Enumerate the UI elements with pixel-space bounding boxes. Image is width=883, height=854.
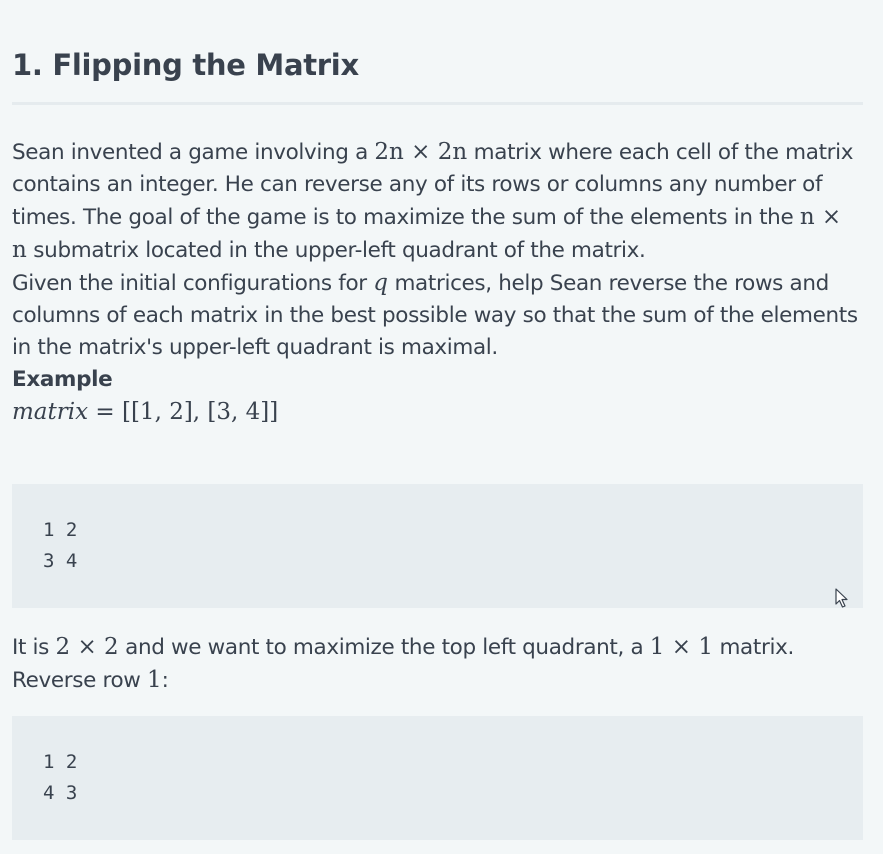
code-line: 1 2: [43, 751, 78, 773]
code-block-original-matrix: 1 2 3 4: [12, 484, 863, 608]
math-1-by-1: 1 × 1: [649, 634, 713, 660]
math-row-number: 1: [147, 667, 162, 693]
problem-statement: Sean invented a game involving a 2n × 2n…: [12, 136, 863, 429]
code-line: 3 4: [43, 550, 78, 572]
title-divider: [12, 102, 863, 105]
problem-title: 1. Flipping the Matrix: [12, 48, 359, 82]
paragraph-reverse-row: Reverse row 1:: [12, 667, 169, 693]
paragraph-task: Given the initial configurations for q m…: [12, 270, 858, 360]
code-block-reversed-matrix: 1 2 4 3: [12, 716, 863, 840]
explanation: It is 2 × 2 and we want to maximize the …: [12, 631, 863, 697]
mouse-pointer-icon: [835, 588, 848, 608]
code-line: 1 2: [43, 519, 78, 541]
code-line: 4 3: [43, 782, 78, 804]
problem-page: 1. Flipping the Matrix Sean invented a g…: [12, 0, 863, 854]
paragraph-explanation: It is 2 × 2 and we want to maximize the …: [12, 634, 794, 660]
math-2-by-2: 2 × 2: [55, 634, 119, 660]
math-2n-by-2n: 2n × 2n: [374, 139, 468, 165]
paragraph-intro: Sean invented a game involving a 2n × 2n…: [12, 139, 854, 263]
example-heading: Example: [12, 367, 113, 392]
math-q: q: [373, 270, 388, 296]
example-equation: matrix = [[1, 2], [3, 4]]: [12, 399, 279, 425]
